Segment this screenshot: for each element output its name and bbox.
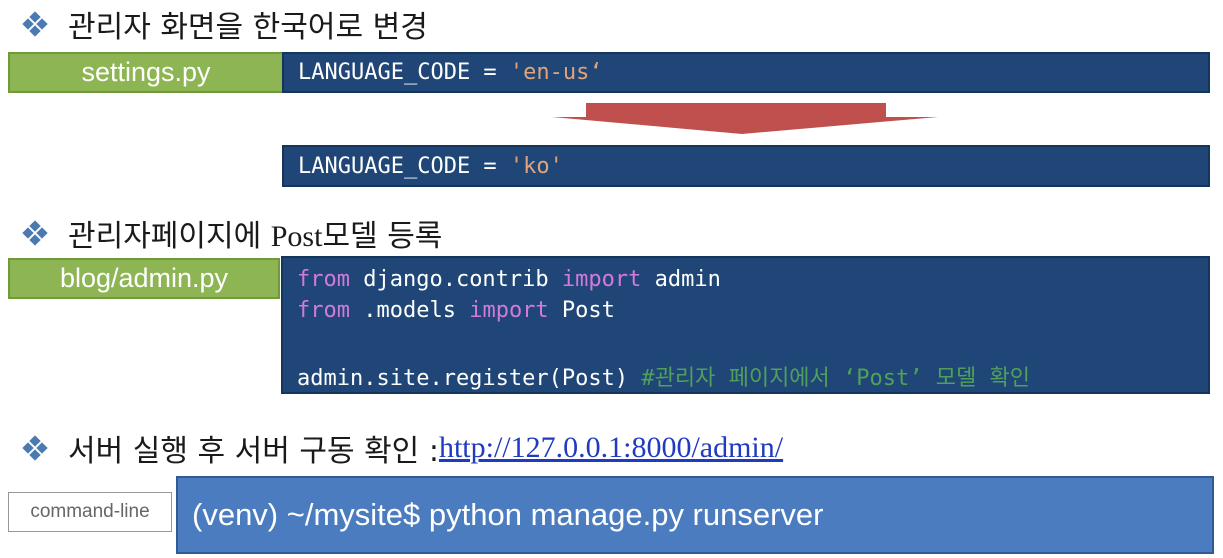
after-code-box: LANGUAGE_CODE = 'ko': [282, 145, 1210, 187]
code-text: django.contrib: [349, 267, 562, 292]
code-line-1: from django.contrib import admin: [297, 267, 721, 292]
code-keyword: from: [297, 267, 350, 292]
section2-heading-row: 관리자페이지에 Post모델 등록: [22, 212, 442, 254]
before-code-value: 'en-us‘: [509, 60, 603, 85]
section1-heading: 관리자 화면을 한국어로 변경: [68, 10, 428, 45]
code-text: Post: [548, 298, 615, 323]
diamond-bullet-icon: [22, 11, 48, 37]
before-code-prefix: LANGUAGE_CODE =: [298, 60, 510, 85]
before-code-box: LANGUAGE_CODE = 'en-us‘: [282, 52, 1210, 93]
section3-heading: 서버 실행 후 서버 구동 확인 :: [68, 434, 439, 469]
after-code-prefix: LANGUAGE_CODE =: [298, 154, 510, 179]
code-keyword: import: [469, 298, 549, 323]
code-line-4: admin.site.register(Post) #관리자 페이지에서 ‘Po…: [297, 360, 1030, 392]
code-keyword: import: [561, 267, 642, 292]
after-code-value: 'ko': [509, 154, 563, 179]
before-code-line: LANGUAGE_CODE = 'en-us‘: [298, 60, 603, 85]
section1-heading-row: 관리자 화면을 한국어로 변경: [22, 4, 428, 45]
command-box: (venv) ~/mysite$ python manage.py runser…: [176, 476, 1214, 554]
settings-file-label: settings.py: [8, 52, 284, 93]
code-text: .models: [349, 298, 470, 323]
code-comment: #관리자 페이지에서 ‘Post’ 모델 확인: [641, 366, 1030, 391]
code-keyword: from: [297, 298, 350, 323]
section3-heading-row: 서버 실행 후 서버 구동 확인 : http://127.0.0.1:8000…: [22, 426, 783, 470]
admin-url-link[interactable]: http://127.0.0.1:8000/admin/: [439, 431, 783, 465]
code-text: admin: [641, 267, 721, 292]
section2-heading: 관리자페이지에 Post모델 등록: [68, 211, 442, 255]
section2-heading-prefix: 관리자페이지에: [68, 219, 271, 254]
admin-code-box: from django.contrib import admin from .m…: [281, 256, 1210, 394]
code-line-2: from .models import Post: [297, 298, 615, 323]
section2-heading-suffix: 모델 등록: [322, 219, 443, 254]
after-code-line: LANGUAGE_CODE = 'ko': [298, 154, 563, 179]
diamond-bullet-icon: [22, 220, 48, 246]
admin-file-label: blog/admin.py: [8, 258, 280, 299]
diamond-bullet-icon: [22, 435, 48, 461]
down-arrow-icon: [552, 103, 938, 134]
command-line-label: command-line: [8, 492, 172, 532]
code-text: admin.site.register(Post): [297, 366, 642, 391]
section2-heading-model: Post: [270, 220, 323, 253]
